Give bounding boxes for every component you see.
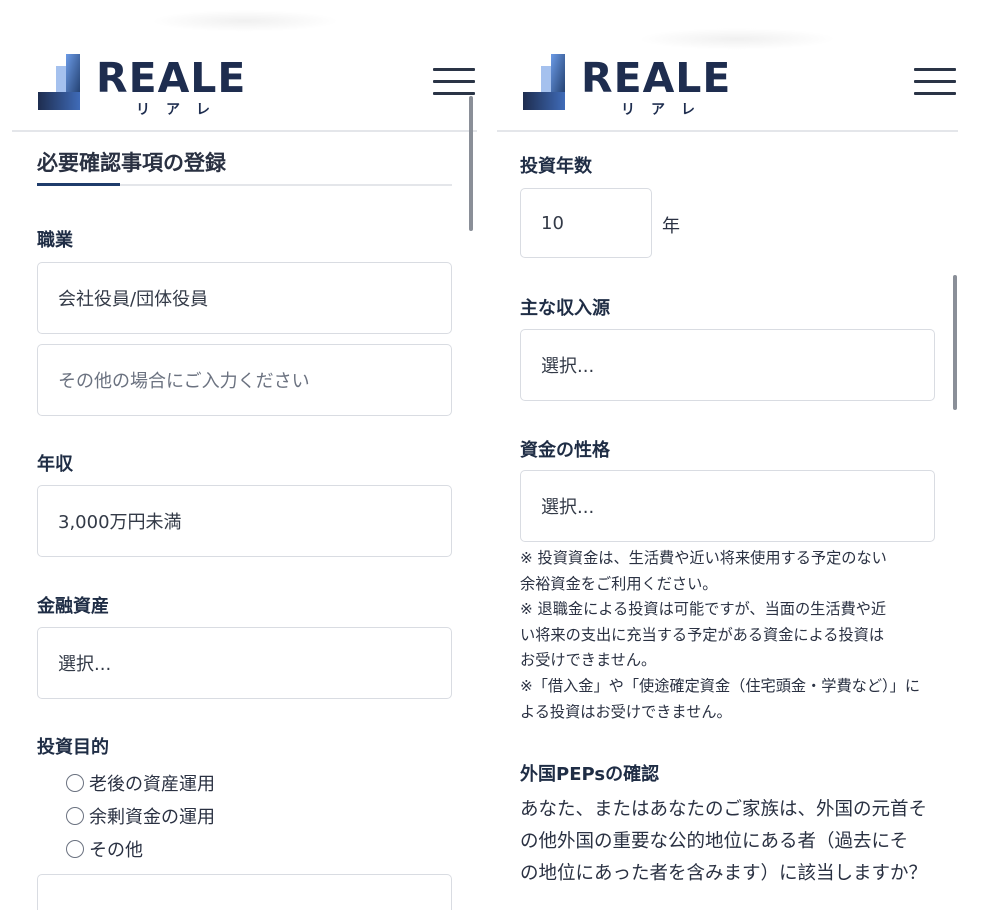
investment-years-label: 投資年数	[520, 156, 592, 177]
investment-years-input[interactable]: 10	[520, 188, 652, 258]
radio-circle-icon	[66, 807, 84, 825]
radio-circle-icon	[66, 840, 84, 858]
reale-logo[interactable]: REALE リアレ	[36, 52, 256, 118]
hamburger-menu-icon[interactable]	[433, 66, 477, 98]
peps-question-line: の地位にあった者を含みます）に該当しますか？	[520, 863, 928, 884]
main-income-source-label: 主な収入源	[520, 298, 610, 319]
note-line: よる投資はお受けできません。	[520, 702, 732, 721]
purpose-radio-surplus[interactable]: 余剰資金の運用	[66, 803, 215, 829]
title-divider-accent	[37, 183, 120, 186]
note-line: い将来の支出に充当する予定がある資金による投資は	[520, 625, 885, 644]
section-title: 必要確認事項の登録	[37, 151, 226, 175]
logo-kana: リアレ	[621, 102, 711, 118]
screenshot-stage: REALE リアレ 必要確認事項の登録 職業 会社役員/団体役員 その他の場合に…	[0, 0, 994, 910]
purpose-radio-retirement[interactable]: 老後の資産運用	[66, 770, 215, 796]
site-header: REALE リアレ	[497, 0, 958, 132]
logo-wordmark: REALE	[581, 54, 732, 102]
scrollbar-thumb[interactable]	[953, 275, 957, 410]
note-line: ※ 退職金による投資は可能ですが、当面の生活費や近	[520, 600, 887, 619]
radio-label: 老後の資産運用	[89, 774, 215, 795]
note-line: お受けできません。	[520, 651, 657, 670]
site-header: REALE リアレ	[12, 0, 477, 132]
reale-logo-icon	[38, 54, 80, 110]
peps-title: 外国PEPsの確認	[520, 764, 660, 785]
radio-label: 余剰資金の運用	[89, 807, 215, 828]
radio-label: その他	[89, 840, 143, 861]
annual-income-label: 年収	[37, 454, 73, 475]
left-screen: REALE リアレ 必要確認事項の登録 職業 会社役員/団体役員 その他の場合に…	[0, 0, 497, 910]
radio-circle-icon	[66, 774, 84, 792]
note-line: ※ 投資資金は、生活費や近い将来使用する予定のない	[520, 549, 887, 567]
logo-kana: リアレ	[136, 102, 226, 118]
investment-purpose-label: 投資目的	[37, 737, 109, 758]
purpose-radio-other[interactable]: その他	[66, 836, 143, 862]
peps-question: あなた、またはあなたのご家族は、外国の元首そ の他外国の重要な公的地位にある者（…	[520, 794, 927, 890]
scrollbar-thumb[interactable]	[469, 96, 473, 231]
peps-question-line: の他外国の重要な公的地位にある者（過去にそ	[520, 831, 909, 852]
reale-logo[interactable]: REALE リアレ	[521, 52, 741, 118]
fund-nature-select[interactable]: 選択...	[520, 470, 935, 542]
fund-nature-label: 資金の性格	[520, 440, 610, 461]
peps-question-line: あなた、またはあなたのご家族は、外国の元首そ	[520, 799, 928, 820]
occupation-other-input[interactable]: その他の場合にご入力ください	[37, 344, 452, 416]
financial-assets-select[interactable]: 選択...	[37, 627, 452, 699]
occupation-select[interactable]: 会社役員/団体役員	[37, 262, 452, 334]
reale-logo-icon	[523, 54, 565, 110]
fund-nature-notes: ※ 投資資金は、生活費や近い将来使用する予定のない 余裕資金をご利用ください。 …	[520, 546, 940, 725]
financial-assets-label: 金融資産	[37, 596, 109, 617]
annual-income-select[interactable]: 3,000万円未満	[37, 485, 452, 557]
logo-wordmark: REALE	[96, 54, 247, 102]
years-unit: 年	[662, 216, 680, 237]
main-income-source-select[interactable]: 選択...	[520, 329, 935, 401]
hamburger-menu-icon[interactable]	[914, 66, 958, 98]
note-line: 余裕資金をご利用ください。	[520, 574, 718, 593]
purpose-other-input[interactable]	[37, 874, 452, 910]
occupation-label: 職業	[37, 230, 73, 251]
note-line: ※「借入金」や「使途確定資金（住宅頭金・学費など）」に	[520, 676, 921, 695]
